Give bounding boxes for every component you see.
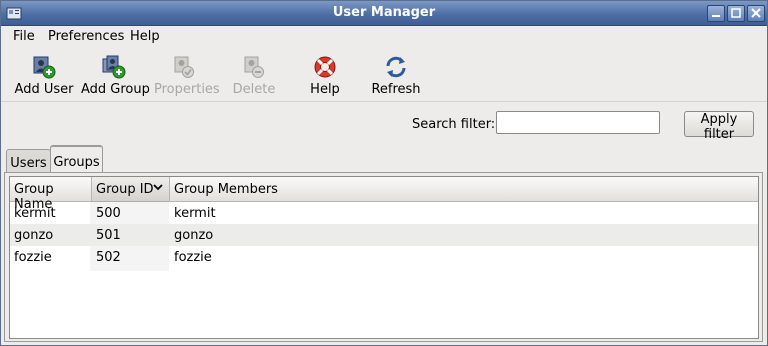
groups-table[interactable]: Group Name Group ID Group Members kermit…: [9, 176, 759, 339]
delete-button[interactable]: Delete: [231, 53, 277, 99]
tab-users[interactable]: Users: [6, 149, 51, 173]
title-bar[interactable]: User Manager: [1, 1, 767, 26]
cell-group-id: 502: [96, 250, 121, 265]
tab-groups[interactable]: Groups: [50, 145, 103, 174]
properties-button[interactable]: Properties: [154, 53, 220, 99]
table-row[interactable]: fozzie 502 fozzie: [10, 246, 758, 268]
add-user-icon: [33, 56, 56, 79]
window-title: User Manager: [332, 5, 436, 20]
table-header: Group Name Group ID Group Members: [10, 177, 758, 212]
add-user-label: Add User: [14, 82, 74, 97]
cell-group-members: kermit: [174, 206, 216, 221]
properties-icon: [174, 56, 194, 78]
cell-group-id: 500: [96, 206, 121, 221]
help-button[interactable]: Help: [307, 53, 343, 99]
add-group-button[interactable]: Add Group: [81, 53, 150, 99]
maximize-icon: [731, 8, 741, 18]
toolbar: Add User Add Group Properties Delete Hel…: [1, 49, 767, 102]
apply-filter-button[interactable]: Apply filter: [684, 111, 754, 142]
menu-file[interactable]: File: [13, 29, 35, 44]
add-user-button[interactable]: Add User: [13, 53, 75, 99]
column-header-group-name[interactable]: Group Name: [10, 177, 92, 212]
cell-group-name: fozzie: [14, 250, 52, 265]
user-manager-window: User Manager File Preferences Help Add U…: [0, 0, 768, 346]
refresh-button[interactable]: Refresh: [371, 53, 421, 99]
search-filter-label: Search filter:: [412, 117, 496, 132]
groups-panel: Group Name Group ID Group Members kermit…: [4, 172, 763, 342]
cell-group-id: 501: [96, 228, 121, 243]
cell-group-members: fozzie: [174, 250, 212, 265]
column-header-label: Group ID: [96, 182, 154, 197]
refresh-label: Refresh: [371, 82, 421, 97]
minimize-button[interactable]: [707, 5, 725, 22]
menu-help[interactable]: Help: [130, 29, 160, 44]
cell-group-members: gonzo: [174, 228, 214, 243]
column-header-label: Group Members: [174, 182, 278, 197]
delete-icon: [244, 56, 264, 78]
table-row[interactable]: kermit 500 kermit: [10, 202, 758, 224]
add-group-icon: [102, 55, 126, 79]
help-lifebuoy-icon: [314, 56, 336, 78]
menu-preferences[interactable]: Preferences: [48, 29, 124, 44]
add-group-label: Add Group: [81, 82, 150, 97]
cell-group-name: gonzo: [14, 228, 54, 243]
menu-bar: File Preferences Help: [1, 26, 767, 48]
close-button[interactable]: [747, 5, 765, 22]
table-row[interactable]: gonzo 501 gonzo: [10, 224, 758, 246]
close-icon: [751, 8, 761, 18]
sort-descending-icon: [153, 181, 163, 196]
column-header-group-id[interactable]: Group ID: [92, 177, 170, 201]
minimize-icon: [712, 15, 720, 17]
delete-label: Delete: [232, 82, 276, 97]
properties-label: Properties: [154, 82, 220, 97]
cell-group-name: kermit: [14, 206, 56, 221]
search-filter-input[interactable]: [496, 111, 660, 134]
column-header-group-members[interactable]: Group Members: [170, 177, 758, 201]
refresh-icon: [386, 56, 406, 78]
help-label: Help: [310, 82, 340, 97]
maximize-button[interactable]: [727, 5, 745, 22]
